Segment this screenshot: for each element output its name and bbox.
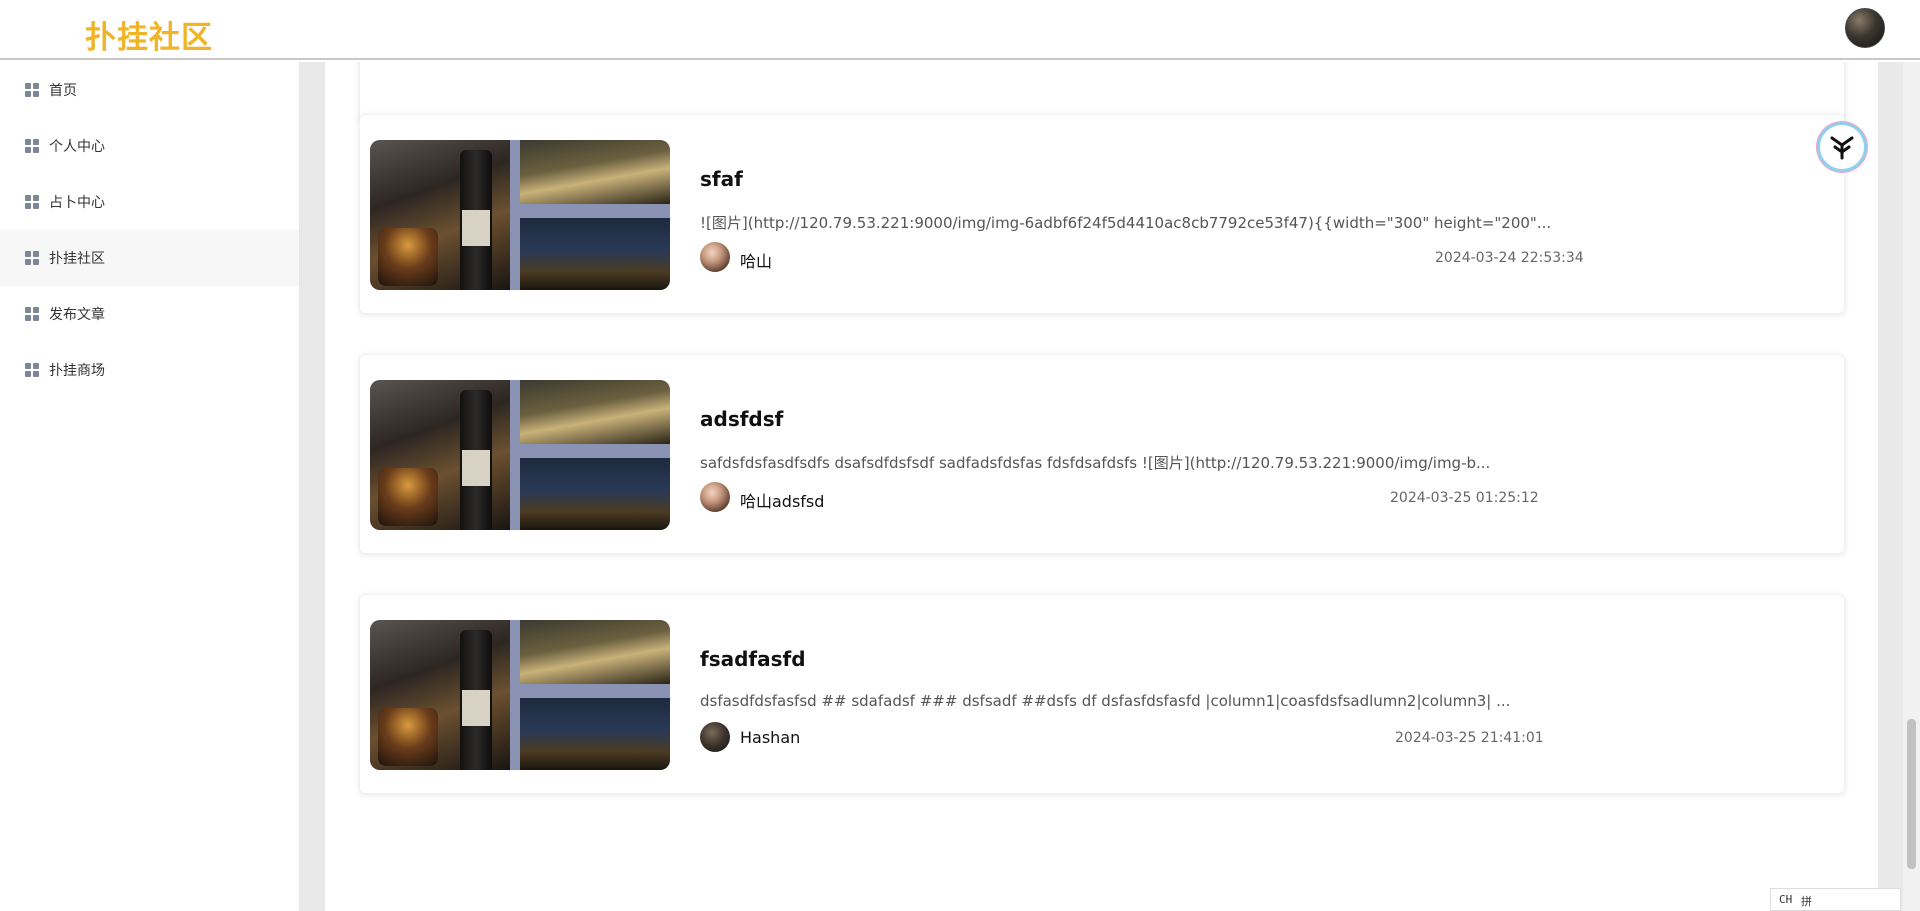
author-avatar[interactable] [700,722,730,752]
sidebar-item-label: 占卜中心 [49,195,105,211]
grid-icon [25,195,39,209]
post-title[interactable]: fsadfasfd [700,647,806,671]
post-date: 2024-03-24 22:53:34 [1435,250,1584,266]
sidebar-item-label: 扑挂商场 [49,363,105,379]
author-name[interactable]: 哈山adsfsd [740,488,824,512]
sidebar-item-label: 首页 [49,83,77,99]
assistant-logo-icon[interactable] [1817,122,1867,172]
author-avatar[interactable] [700,242,730,272]
grid-icon [25,363,39,377]
sidebar-item-community[interactable]: 扑挂社区 [0,230,299,286]
sidebar-item-divination-center[interactable]: 占卜中心 [0,174,299,230]
post-excerpt: safdsfdsfasdfsdfs dsafsdfdsfsdf sadfadsf… [700,454,1491,472]
grid-icon [25,251,39,265]
sidebar-item-label: 个人中心 [49,139,105,155]
post-card[interactable] [359,62,1845,122]
post-thumbnail[interactable] [370,140,670,290]
grid-icon [25,83,39,97]
sidebar-item-publish-article[interactable]: 发布文章 [0,286,299,342]
post-list[interactable]: sfaf ![图片](http://120.79.53.221:9000/img… [325,62,1878,911]
post-title[interactable]: sfaf [700,167,743,191]
ime-language: CH [1779,893,1793,906]
author-name[interactable]: Hashan [740,728,800,747]
post-excerpt: dsfasdfdsfasfsd ## sdafadsf ### dsfsadf … [700,692,1511,710]
sidebar-item-mall[interactable]: 扑挂商场 [0,342,299,398]
top-header: 扑挂社区 [0,0,1920,60]
site-logo[interactable]: 扑挂社区 [85,12,213,57]
user-avatar[interactable] [1845,8,1885,48]
ime-mode: 拼 [1801,895,1812,908]
sidebar-item-label: 扑挂社区 [49,251,105,267]
post-card[interactable]: sfaf ![图片](http://120.79.53.221:9000/img… [359,114,1845,314]
page-scrollbar[interactable] [1903,62,1920,911]
post-date: 2024-03-25 01:25:12 [1390,490,1539,506]
ime-indicator[interactable]: CH 拼 [1770,888,1901,911]
post-excerpt: ![图片](http://120.79.53.221:9000/img/img-… [700,214,1552,232]
post-card[interactable]: fsadfasfd dsfasdfdsfasfsd ## sdafadsf ##… [359,594,1845,794]
author-name[interactable]: 哈山 [740,248,772,272]
author-avatar[interactable] [700,482,730,512]
sidebar-item-home[interactable]: 首页 [0,62,299,118]
sidebar-nav: 首页 个人中心 占卜中心 扑挂社区 发布文章 扑挂商场 [0,62,300,911]
post-thumbnail[interactable] [370,380,670,530]
scrollbar-thumb[interactable] [1907,719,1916,869]
post-thumbnail[interactable] [370,620,670,770]
grid-icon [25,307,39,321]
sidebar-item-personal-center[interactable]: 个人中心 [0,118,299,174]
sidebar-item-label: 发布文章 [49,307,105,323]
main-area: sfaf ![图片](http://120.79.53.221:9000/img… [300,62,1920,911]
post-card[interactable]: adsfdsf safdsfdsfasdfsdfs dsafsdfdsfsdf … [359,354,1845,554]
post-title[interactable]: adsfdsf [700,407,783,431]
post-date: 2024-03-25 21:41:01 [1395,730,1544,746]
grid-icon [25,139,39,153]
